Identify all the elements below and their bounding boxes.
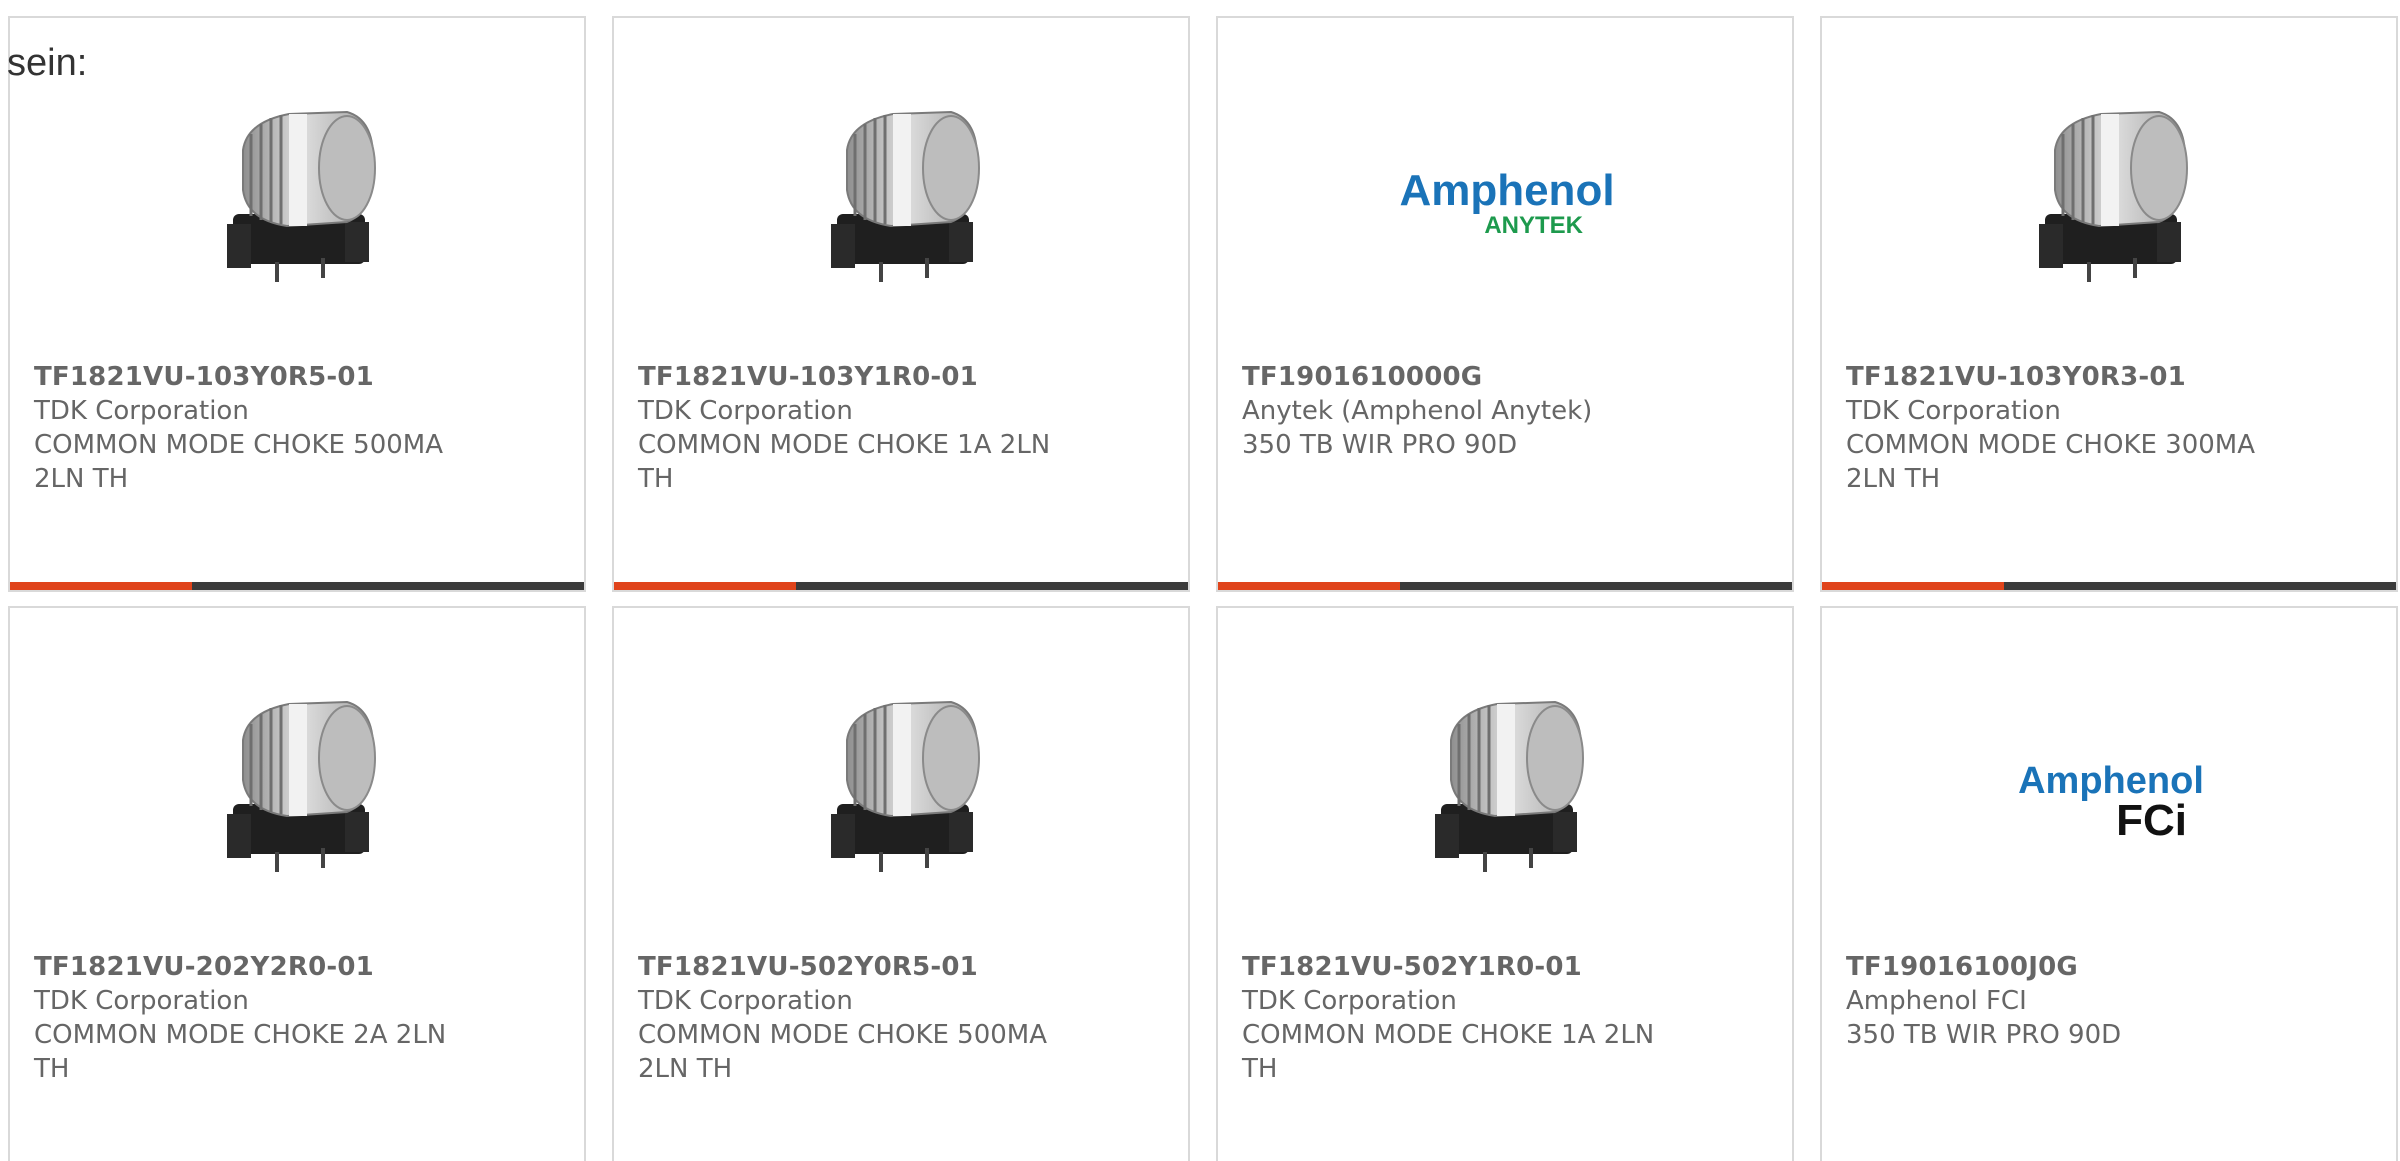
amphenol-fci-logo: Amphenol FCi <box>2018 760 2204 845</box>
part-number[interactable]: TF19016100J0G <box>1846 950 2276 984</box>
description: COMMON MODE CHOKE 300MA 2LN TH <box>1846 430 2256 494</box>
toroidal-choke-icon <box>831 110 980 282</box>
toroidal-choke-icon <box>831 700 980 872</box>
card-accent-bar <box>1822 582 2004 590</box>
product-image[interactable] <box>10 92 584 312</box>
product-card[interactable]: Amphenol FCi TF19016100J0G Amphenol FCI … <box>1820 606 2398 1161</box>
product-card[interactable]: TF1821VU-103Y0R5-01 TDK Corporation COMM… <box>8 16 586 592</box>
description: COMMON MODE CHOKE 500MA 2LN TH <box>34 430 444 494</box>
part-number[interactable]: TF1821VU-502Y0R5-01 <box>638 950 1068 984</box>
manufacturer: Amphenol FCI <box>1846 986 2027 1016</box>
product-image[interactable] <box>614 92 1188 312</box>
part-number[interactable]: TF1901610000G <box>1242 360 1672 394</box>
manufacturer: TDK Corporation <box>1846 396 2061 426</box>
part-number[interactable]: TF1821VU-103Y1R0-01 <box>638 360 1068 394</box>
description: COMMON MODE CHOKE 2A 2LN TH <box>34 1020 447 1084</box>
card-accent-bar <box>614 582 796 590</box>
product-grid: TF1821VU-103Y0R5-01 TDK Corporation COMM… <box>8 16 2400 1161</box>
svg-text:FCi: FCi <box>2116 796 2187 845</box>
description: 350 TB WIR PRO 90D <box>1846 1020 2122 1050</box>
card-accent-bar <box>1218 582 1400 590</box>
description: 350 TB WIR PRO 90D <box>1242 430 1518 460</box>
manufacturer: TDK Corporation <box>1242 986 1457 1016</box>
manufacturer: TDK Corporation <box>638 986 853 1016</box>
intro-text: sein: <box>7 42 88 84</box>
product-image[interactable] <box>1218 682 1792 902</box>
svg-text:Amphenol: Amphenol <box>1399 166 1614 215</box>
description: COMMON MODE CHOKE 1A 2LN TH <box>638 430 1051 494</box>
product-card[interactable]: TF1821VU-502Y1R0-01 TDK Corporation COMM… <box>1216 606 1794 1161</box>
product-image[interactable] <box>10 682 584 902</box>
card-accent-bar <box>10 582 192 590</box>
product-image[interactable]: Amphenol ANYTEK <box>1218 92 1792 312</box>
product-card[interactable]: Amphenol ANYTEK TF1901610000G Anytek (Am… <box>1216 16 1794 592</box>
part-number[interactable]: TF1821VU-103Y0R5-01 <box>34 360 464 394</box>
toroidal-choke-icon <box>227 700 376 872</box>
product-card[interactable]: TF1821VU-502Y0R5-01 TDK Corporation COMM… <box>612 606 1190 1161</box>
amphenol-anytek-logo: Amphenol ANYTEK <box>1399 166 1614 239</box>
product-card[interactable]: TF1821VU-202Y2R0-01 TDK Corporation COMM… <box>8 606 586 1161</box>
toroidal-choke-icon <box>1435 700 1584 872</box>
toroidal-choke-icon <box>227 110 376 282</box>
manufacturer: Anytek (Amphenol Anytek) <box>1242 396 1593 426</box>
manufacturer: TDK Corporation <box>34 986 249 1016</box>
product-card[interactable]: TF1821VU-103Y1R0-01 TDK Corporation COMM… <box>612 16 1190 592</box>
product-card[interactable]: TF1821VU-103Y0R3-01 TDK Corporation COMM… <box>1820 16 2398 592</box>
manufacturer: TDK Corporation <box>638 396 853 426</box>
part-number[interactable]: TF1821VU-103Y0R3-01 <box>1846 360 2276 394</box>
toroidal-choke-icon <box>2039 110 2188 282</box>
part-number[interactable]: TF1821VU-202Y2R0-01 <box>34 950 464 984</box>
manufacturer: TDK Corporation <box>34 396 249 426</box>
svg-text:ANYTEK: ANYTEK <box>1484 212 1583 239</box>
product-image[interactable] <box>1822 92 2396 312</box>
product-image[interactable]: Amphenol FCi <box>1822 682 2396 902</box>
description: COMMON MODE CHOKE 500MA 2LN TH <box>638 1020 1048 1084</box>
description: COMMON MODE CHOKE 1A 2LN TH <box>1242 1020 1655 1084</box>
product-image[interactable] <box>614 682 1188 902</box>
part-number[interactable]: TF1821VU-502Y1R0-01 <box>1242 950 1672 984</box>
